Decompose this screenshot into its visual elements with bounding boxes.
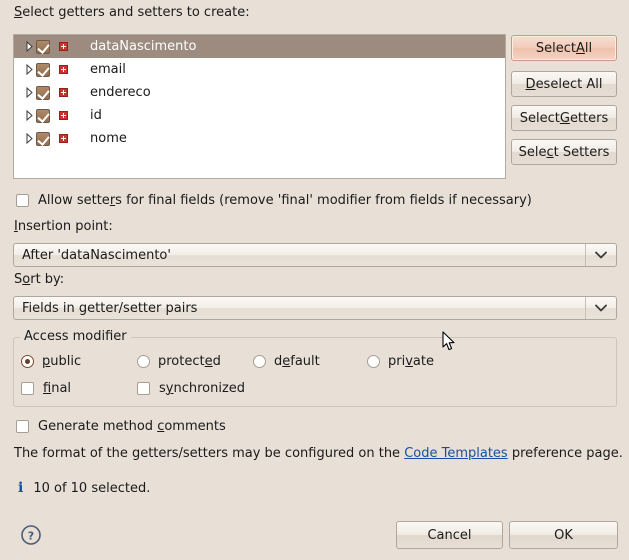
format-note: The format of the getters/setters may be… <box>14 446 623 461</box>
radio-default[interactable]: default <box>253 354 320 369</box>
radio-protected[interactable]: protected <box>137 354 221 369</box>
radio-private[interactable]: private <box>367 354 434 369</box>
chevron-right-icon[interactable] <box>22 87 36 98</box>
select-getters-button[interactable]: Select Getters <box>511 105 617 131</box>
chevron-right-icon[interactable] <box>22 41 36 52</box>
table-row[interactable]: dataNascimento <box>14 35 505 58</box>
field-name: id <box>90 108 102 123</box>
radio-button[interactable] <box>21 355 34 368</box>
radio-button[interactable] <box>367 355 380 368</box>
row-checkbox[interactable] <box>36 85 50 100</box>
private-field-icon <box>59 88 68 97</box>
radio-label: private <box>388 354 434 369</box>
private-field-icon <box>59 134 68 143</box>
checkbox-box[interactable] <box>16 420 29 433</box>
final-label: final <box>43 381 72 396</box>
sort-by-combo[interactable]: Fields in getter/setter pairs <box>13 296 617 320</box>
format-note-prefix: The format of the getters/setters may be… <box>14 446 405 461</box>
checkbox-box[interactable] <box>137 382 150 395</box>
select-all-button[interactable]: Select All <box>511 35 617 61</box>
sort-by-value: Fields in getter/setter pairs <box>22 300 198 316</box>
code-templates-link[interactable]: Code Templates <box>404 446 508 461</box>
cancel-button[interactable]: Cancel <box>396 521 503 549</box>
private-field-icon <box>59 42 68 51</box>
checkbox-box[interactable] <box>21 382 34 395</box>
radio-button[interactable] <box>137 355 150 368</box>
chevron-down-icon[interactable] <box>585 297 616 319</box>
field-name: dataNascimento <box>90 39 197 54</box>
chevron-down-icon[interactable] <box>585 244 616 266</box>
svg-text:?: ? <box>28 530 34 543</box>
info-icon: i <box>18 480 24 496</box>
chevron-right-icon[interactable] <box>22 133 36 144</box>
allow-setters-label: Allow setters for final fields (remove '… <box>38 193 532 208</box>
ok-button[interactable]: OK <box>509 521 618 549</box>
private-field-icon <box>59 65 68 74</box>
status-text: 10 of 10 selected. <box>33 480 151 496</box>
synchronized-checkbox[interactable]: synchronized <box>137 381 245 396</box>
format-note-suffix: preference page. <box>507 446 623 461</box>
table-row[interactable]: id <box>14 104 505 127</box>
radio-button[interactable] <box>253 355 266 368</box>
private-field-icon <box>59 111 68 120</box>
radio-public[interactable]: public <box>21 354 81 369</box>
row-checkbox[interactable] <box>36 39 50 54</box>
synchronized-label: synchronized <box>159 381 246 396</box>
status-row: i 10 of 10 selected. <box>18 480 150 496</box>
row-checkbox[interactable] <box>36 108 50 123</box>
checkbox-box[interactable] <box>16 194 29 207</box>
allow-setters-final-fields-checkbox[interactable]: Allow setters for final fields (remove '… <box>16 193 532 208</box>
sort-by-label: Sort by: <box>14 272 65 287</box>
deselect-all-button[interactable]: Deselect All <box>511 71 617 97</box>
row-checkbox[interactable] <box>36 131 50 146</box>
radio-label: protected <box>158 354 221 369</box>
final-checkbox[interactable]: final <box>21 381 71 396</box>
help-question-icon[interactable]: ? <box>20 524 42 546</box>
chevron-right-icon[interactable] <box>22 64 36 75</box>
field-list-label: Select getters and setters to create: <box>14 5 250 20</box>
field-tree-list[interactable]: dataNascimento email endereco id nome <box>13 34 506 179</box>
row-checkbox[interactable] <box>36 62 50 77</box>
generate-method-comments-checkbox[interactable]: Generate method comments <box>16 419 226 434</box>
radio-label: public <box>42 354 82 369</box>
access-modifier-group <box>13 337 617 407</box>
chevron-right-icon[interactable] <box>22 110 36 121</box>
radio-label: default <box>274 354 320 369</box>
field-name: endereco <box>90 85 151 100</box>
table-row[interactable]: nome <box>14 127 505 150</box>
insertion-point-value: After 'dataNascimento' <box>22 247 171 263</box>
generate-comments-label: Generate method comments <box>38 419 226 434</box>
field-name: nome <box>90 131 127 146</box>
field-name: email <box>90 62 126 77</box>
table-row[interactable]: endereco <box>14 81 505 104</box>
select-setters-button[interactable]: Sele c t Setters <box>511 139 617 165</box>
table-row[interactable]: email <box>14 58 505 81</box>
insertion-point-label: Insertion point: <box>14 219 113 234</box>
access-modifier-legend: Access modifier <box>20 329 131 344</box>
insertion-point-combo[interactable]: After 'dataNascimento' <box>13 243 617 267</box>
